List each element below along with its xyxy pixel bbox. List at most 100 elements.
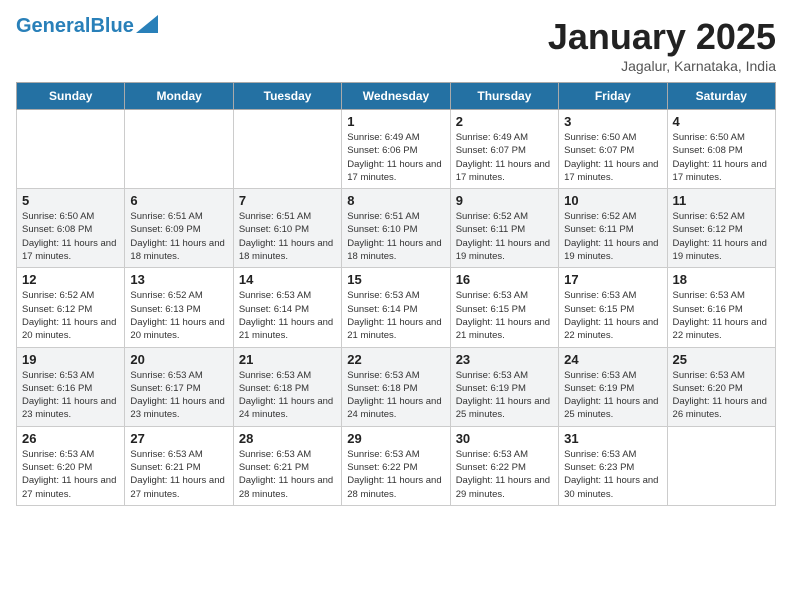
day-number: 29 — [347, 431, 444, 446]
day-of-week-header: Wednesday — [342, 83, 450, 110]
day-info: Sunrise: 6:53 AM Sunset: 6:22 PM Dayligh… — [347, 448, 444, 501]
calendar-day-cell: 23Sunrise: 6:53 AM Sunset: 6:19 PM Dayli… — [450, 347, 558, 426]
day-number: 21 — [239, 352, 336, 367]
day-of-week-header: Saturday — [667, 83, 775, 110]
day-number: 26 — [22, 431, 119, 446]
day-number: 24 — [564, 352, 661, 367]
day-info: Sunrise: 6:51 AM Sunset: 6:10 PM Dayligh… — [347, 210, 444, 263]
calendar-day-cell: 17Sunrise: 6:53 AM Sunset: 6:15 PM Dayli… — [559, 268, 667, 347]
day-info: Sunrise: 6:53 AM Sunset: 6:18 PM Dayligh… — [239, 369, 336, 422]
calendar-week-row: 26 Sunrise: 6:53 AM Sunset: 6:20 PM Dayli… — [17, 426, 776, 505]
day-info: Sunrise: 6:53 AM Sunset: 6:22 PM Dayligh… — [456, 448, 553, 501]
calendar-day-cell: 30 Sunrise: 6:53 AM Sunset: 6:22 PM Dayli… — [450, 426, 558, 505]
calendar-day-cell: 27 Sunrise: 6:53 AM Sunset: 6:21 PM Dayli… — [125, 426, 233, 505]
day-number: 31 — [564, 431, 661, 446]
logo-text: GeneralBlue — [16, 16, 134, 36]
calendar-day-cell: 9 Sunrise: 6:52 AM Sunset: 6:11 PM Daylig… — [450, 189, 558, 268]
calendar-day-cell — [125, 110, 233, 189]
day-number: 15 — [347, 272, 444, 287]
calendar-day-cell: 26 Sunrise: 6:53 AM Sunset: 6:20 PM Dayli… — [17, 426, 125, 505]
day-info: Sunrise: 6:52 AM Sunset: 6:11 PM Dayligh… — [456, 210, 553, 263]
calendar-day-cell: 15 Sunrise: 6:53 AM Sunset: 6:14 PM Dayli… — [342, 268, 450, 347]
day-of-week-header: Thursday — [450, 83, 558, 110]
day-info: Sunrise: 6:53 AM Sunset: 6:21 PM Dayligh… — [130, 448, 227, 501]
calendar-day-cell: 21 Sunrise: 6:53 AM Sunset: 6:18 PM Dayli… — [233, 347, 341, 426]
calendar-day-cell: 13Sunrise: 6:52 AM Sunset: 6:13 PM Dayli… — [125, 268, 233, 347]
calendar-day-cell: 25Sunrise: 6:53 AM Sunset: 6:20 PM Dayli… — [667, 347, 775, 426]
day-number: 19 — [22, 352, 119, 367]
calendar-day-cell: 29 Sunrise: 6:53 AM Sunset: 6:22 PM Dayli… — [342, 426, 450, 505]
calendar-day-cell — [233, 110, 341, 189]
calendar-day-cell: 5Sunrise: 6:50 AM Sunset: 6:08 PM Daylig… — [17, 189, 125, 268]
calendar-day-cell: 11 Sunrise: 6:52 AM Sunset: 6:12 PM Dayli… — [667, 189, 775, 268]
day-number: 9 — [456, 193, 553, 208]
day-number: 1 — [347, 114, 444, 129]
calendar-day-cell: 7Sunrise: 6:51 AM Sunset: 6:10 PM Daylig… — [233, 189, 341, 268]
day-number: 16 — [456, 272, 553, 287]
calendar-table: SundayMondayTuesdayWednesdayThursdayFrid… — [16, 82, 776, 506]
calendar-day-cell: 6Sunrise: 6:51 AM Sunset: 6:09 PM Daylig… — [125, 189, 233, 268]
calendar-day-cell: 1 Sunrise: 6:49 AM Sunset: 6:06 PM Daylig… — [342, 110, 450, 189]
day-of-week-header: Monday — [125, 83, 233, 110]
day-info: Sunrise: 6:53 AM Sunset: 6:17 PM Dayligh… — [130, 369, 227, 422]
day-number: 8 — [347, 193, 444, 208]
day-number: 22 — [347, 352, 444, 367]
calendar-day-cell: 2 Sunrise: 6:49 AM Sunset: 6:07 PM Daylig… — [450, 110, 558, 189]
day-info: Sunrise: 6:53 AM Sunset: 6:15 PM Dayligh… — [564, 289, 661, 342]
day-info: Sunrise: 6:53 AM Sunset: 6:16 PM Dayligh… — [673, 289, 770, 342]
day-info: Sunrise: 6:53 AM Sunset: 6:14 PM Dayligh… — [239, 289, 336, 342]
calendar-day-cell: 14 Sunrise: 6:53 AM Sunset: 6:14 PM Dayli… — [233, 268, 341, 347]
day-info: Sunrise: 6:53 AM Sunset: 6:19 PM Dayligh… — [564, 369, 661, 422]
calendar-day-cell: 10 Sunrise: 6:52 AM Sunset: 6:11 PM Dayli… — [559, 189, 667, 268]
location-subtitle: Jagalur, Karnataka, India — [548, 58, 776, 74]
day-info: Sunrise: 6:52 AM Sunset: 6:13 PM Dayligh… — [130, 289, 227, 342]
day-number: 27 — [130, 431, 227, 446]
day-info: Sunrise: 6:49 AM Sunset: 6:06 PM Dayligh… — [347, 131, 444, 184]
calendar-day-cell: 19 Sunrise: 6:53 AM Sunset: 6:16 PM Dayli… — [17, 347, 125, 426]
day-info: Sunrise: 6:53 AM Sunset: 6:19 PM Dayligh… — [456, 369, 553, 422]
day-info: Sunrise: 6:53 AM Sunset: 6:21 PM Dayligh… — [239, 448, 336, 501]
calendar-day-cell: 31 Sunrise: 6:53 AM Sunset: 6:23 PM Dayli… — [559, 426, 667, 505]
day-number: 18 — [673, 272, 770, 287]
day-info: Sunrise: 6:53 AM Sunset: 6:16 PM Dayligh… — [22, 369, 119, 422]
calendar-week-row: 5Sunrise: 6:50 AM Sunset: 6:08 PM Daylig… — [17, 189, 776, 268]
calendar-day-cell: 22 Sunrise: 6:53 AM Sunset: 6:18 PM Dayli… — [342, 347, 450, 426]
calendar-day-cell: 12Sunrise: 6:52 AM Sunset: 6:12 PM Dayli… — [17, 268, 125, 347]
day-info: Sunrise: 6:52 AM Sunset: 6:11 PM Dayligh… — [564, 210, 661, 263]
day-info: Sunrise: 6:53 AM Sunset: 6:14 PM Dayligh… — [347, 289, 444, 342]
calendar-day-cell: 18 Sunrise: 6:53 AM Sunset: 6:16 PM Dayli… — [667, 268, 775, 347]
day-info: Sunrise: 6:52 AM Sunset: 6:12 PM Dayligh… — [673, 210, 770, 263]
day-of-week-header: Sunday — [17, 83, 125, 110]
calendar-week-row: 12Sunrise: 6:52 AM Sunset: 6:12 PM Dayli… — [17, 268, 776, 347]
calendar-week-row: 1 Sunrise: 6:49 AM Sunset: 6:06 PM Daylig… — [17, 110, 776, 189]
calendar-day-cell: 24 Sunrise: 6:53 AM Sunset: 6:19 PM Dayli… — [559, 347, 667, 426]
day-of-week-header: Friday — [559, 83, 667, 110]
day-info: Sunrise: 6:53 AM Sunset: 6:23 PM Dayligh… — [564, 448, 661, 501]
day-number: 14 — [239, 272, 336, 287]
day-info: Sunrise: 6:53 AM Sunset: 6:18 PM Dayligh… — [347, 369, 444, 422]
day-number: 30 — [456, 431, 553, 446]
day-info: Sunrise: 6:50 AM Sunset: 6:07 PM Dayligh… — [564, 131, 661, 184]
calendar-day-cell: 20Sunrise: 6:53 AM Sunset: 6:17 PM Dayli… — [125, 347, 233, 426]
calendar-day-cell: 16 Sunrise: 6:53 AM Sunset: 6:15 PM Dayli… — [450, 268, 558, 347]
title-block: January 2025 Jagalur, Karnataka, India — [548, 16, 776, 74]
day-number: 28 — [239, 431, 336, 446]
day-info: Sunrise: 6:53 AM Sunset: 6:20 PM Dayligh… — [22, 448, 119, 501]
calendar-day-cell — [17, 110, 125, 189]
day-number: 4 — [673, 114, 770, 129]
day-number: 2 — [456, 114, 553, 129]
day-number: 7 — [239, 193, 336, 208]
day-number: 25 — [673, 352, 770, 367]
day-info: Sunrise: 6:50 AM Sunset: 6:08 PM Dayligh… — [22, 210, 119, 263]
calendar-day-cell: 3 Sunrise: 6:50 AM Sunset: 6:07 PM Daylig… — [559, 110, 667, 189]
calendar-day-cell: 8 Sunrise: 6:51 AM Sunset: 6:10 PM Daylig… — [342, 189, 450, 268]
day-info: Sunrise: 6:52 AM Sunset: 6:12 PM Dayligh… — [22, 289, 119, 342]
day-info: Sunrise: 6:53 AM Sunset: 6:15 PM Dayligh… — [456, 289, 553, 342]
calendar-day-cell — [667, 426, 775, 505]
day-number: 11 — [673, 193, 770, 208]
day-info: Sunrise: 6:49 AM Sunset: 6:07 PM Dayligh… — [456, 131, 553, 184]
day-of-week-header: Tuesday — [233, 83, 341, 110]
day-number: 10 — [564, 193, 661, 208]
day-info: Sunrise: 6:51 AM Sunset: 6:09 PM Dayligh… — [130, 210, 227, 263]
day-number: 3 — [564, 114, 661, 129]
